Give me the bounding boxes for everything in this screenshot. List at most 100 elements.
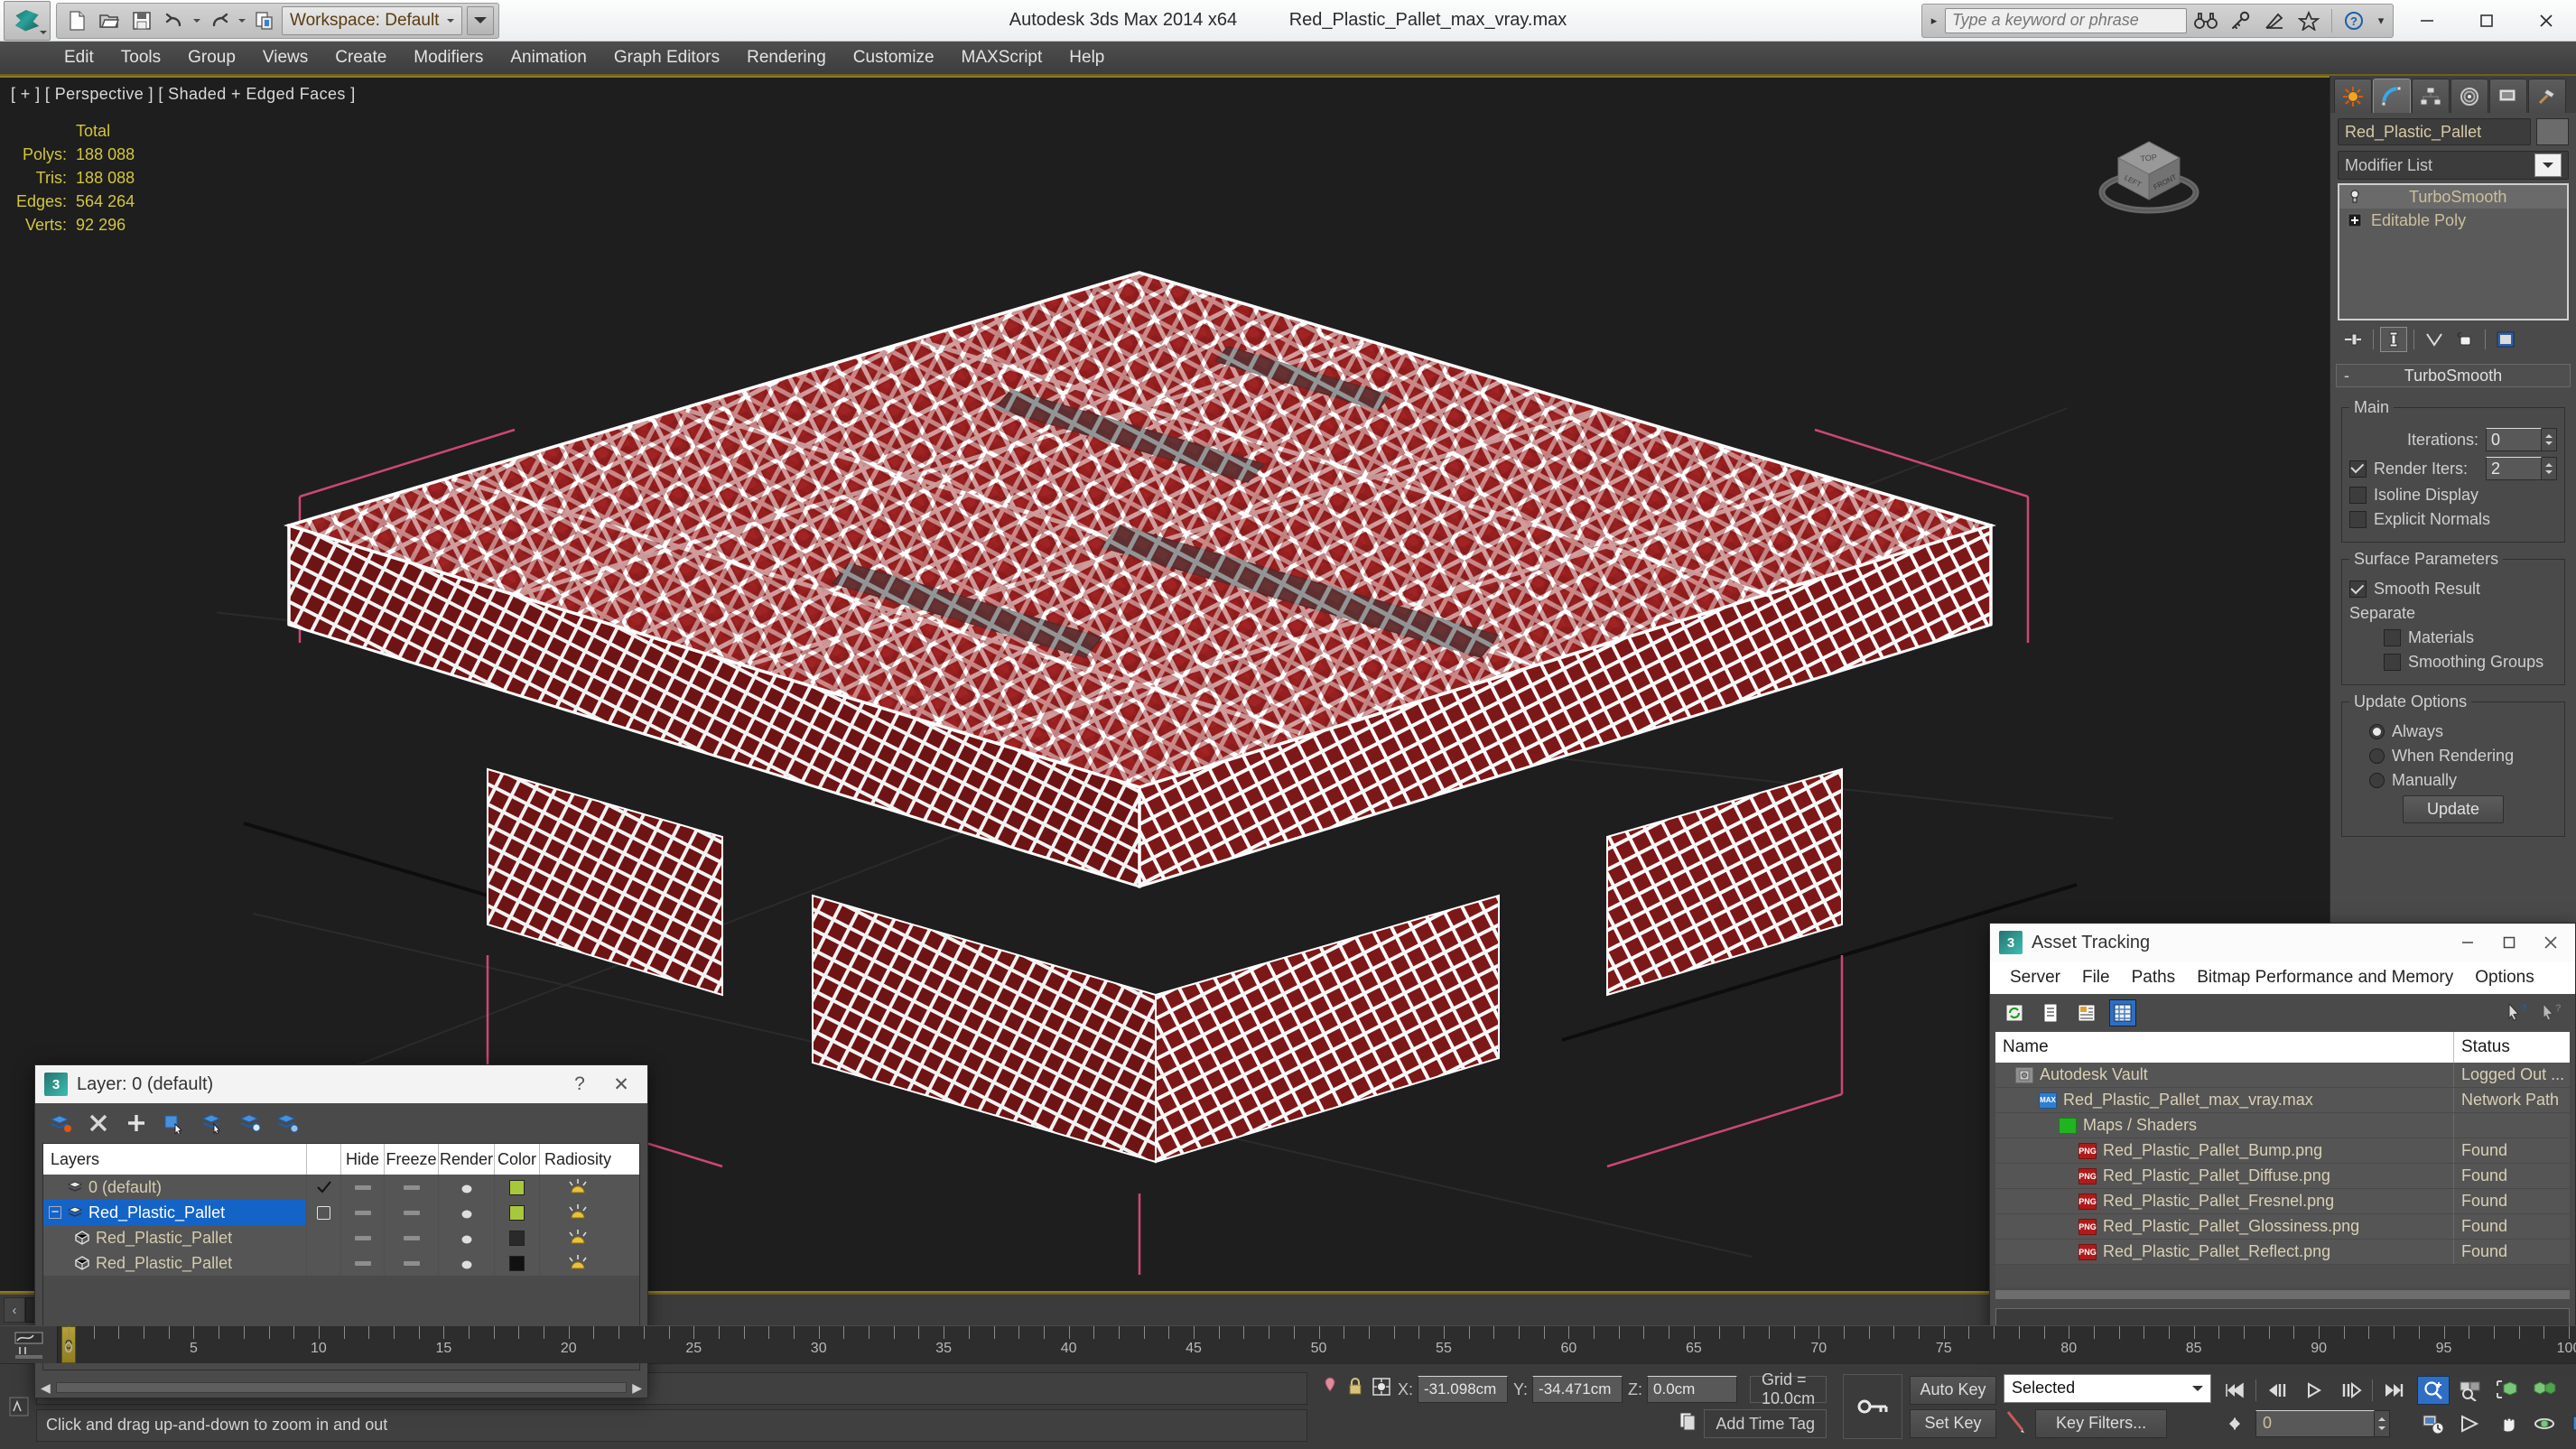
menu-modifiers[interactable]: Modifiers xyxy=(400,42,497,74)
asset-name-cell[interactable]: PNG Red_Plastic_Pallet_Glossiness.png xyxy=(1995,1214,2454,1239)
table-row[interactable]: PNG Red_Plastic_Pallet_Glossiness.png Fo… xyxy=(1995,1214,2570,1240)
previous-frame-button[interactable]: ‹ xyxy=(4,1297,25,1323)
help-icon[interactable]: ? xyxy=(2339,7,2370,34)
modify-tab[interactable] xyxy=(2373,79,2411,113)
select-objects-icon[interactable] xyxy=(162,1110,187,1136)
render-cell[interactable] xyxy=(439,1225,495,1250)
zoom-extents-all-icon[interactable] xyxy=(2528,1376,2561,1405)
asset-menu-file[interactable]: File xyxy=(2071,962,2121,993)
layer-name-cell[interactable]: 0 (default) xyxy=(43,1175,307,1200)
asset-close-button[interactable] xyxy=(2530,924,2571,961)
manually-row[interactable]: Manually xyxy=(2349,771,2557,790)
z-value[interactable]: 0.0cm xyxy=(1647,1376,1738,1403)
current-layer-check[interactable] xyxy=(307,1200,341,1225)
new-file-icon[interactable] xyxy=(61,6,92,35)
when-rendering-radio[interactable] xyxy=(2369,748,2385,764)
table-row[interactable]: PNG Red_Plastic_Pallet_Reflect.png Found xyxy=(1995,1240,2570,1265)
infocenter-expand-icon[interactable]: ▸ xyxy=(1927,14,1941,28)
minimize-button[interactable] xyxy=(2397,0,2457,42)
object-name-cell[interactable]: Red_Plastic_Pallet xyxy=(43,1250,307,1276)
color-cell[interactable] xyxy=(495,1200,540,1225)
radiosity-cell[interactable] xyxy=(540,1200,616,1225)
create-tab[interactable] xyxy=(2334,79,2372,113)
when-rendering-row[interactable]: When Rendering xyxy=(2349,747,2557,766)
save-file-icon[interactable] xyxy=(126,6,157,35)
hide-cell[interactable] xyxy=(341,1250,385,1276)
create-new-layer-icon[interactable] xyxy=(48,1110,73,1136)
current-frame-value[interactable]: 0 xyxy=(2255,1409,2376,1437)
spinner-arrows-icon[interactable] xyxy=(2542,457,2557,480)
table-row[interactable]: Autodesk Vault Logged Out ... xyxy=(1995,1063,2570,1088)
menu-group[interactable]: Group xyxy=(174,42,249,74)
redo-dropdown-icon[interactable] xyxy=(237,6,247,35)
viewport-label[interactable]: [ + ] [ Perspective ] [ Shaded + Edged F… xyxy=(11,85,356,104)
scroll-right-icon[interactable]: ▶ xyxy=(632,1380,642,1396)
hide-cell[interactable] xyxy=(341,1200,385,1225)
next-frame-icon[interactable] xyxy=(2335,1376,2367,1405)
table-row[interactable]: 0 (default) xyxy=(43,1175,639,1200)
maximize-button[interactable] xyxy=(2457,0,2516,42)
star-icon[interactable] xyxy=(2293,7,2324,34)
materials-checkbox[interactable] xyxy=(2384,629,2401,646)
delete-layer-icon[interactable] xyxy=(86,1110,111,1136)
spinner-arrows-icon[interactable] xyxy=(2375,1409,2391,1437)
hide-cell[interactable] xyxy=(341,1225,385,1250)
menu-views[interactable]: Views xyxy=(249,42,321,74)
asset-name-cell[interactable]: Maps / Shaders xyxy=(1995,1113,2454,1138)
menu-help[interactable]: Help xyxy=(1056,42,1118,74)
help-pointer-icon[interactable]: ? xyxy=(2503,999,2530,1026)
key-filters-button[interactable]: Key Filters... xyxy=(2035,1408,2168,1438)
lock-selection-icon[interactable] xyxy=(1345,1375,1365,1404)
color-cell[interactable] xyxy=(495,1225,540,1250)
satellite-dish-icon[interactable] xyxy=(2259,7,2290,34)
asset-menu-options[interactable]: Options xyxy=(2464,962,2544,993)
zoom-icon[interactable] xyxy=(2417,1375,2450,1405)
copy-time-tag-icon[interactable] xyxy=(1677,1409,1698,1438)
hide-cell[interactable] xyxy=(341,1175,385,1200)
redo-icon[interactable] xyxy=(204,6,235,35)
set-key-toggle[interactable] xyxy=(1843,1374,1903,1439)
render-cell[interactable] xyxy=(439,1200,495,1225)
selection-set-dropdown[interactable]: Selected xyxy=(2004,1373,2212,1403)
previous-frame-icon[interactable] xyxy=(2261,1376,2293,1405)
utilities-tab[interactable] xyxy=(2528,79,2566,113)
table-row[interactable]: PNG Red_Plastic_Pallet_Fresnel.png Found xyxy=(1995,1189,2570,1214)
freeze-cell[interactable] xyxy=(385,1250,439,1276)
asset-name-cell[interactable]: MAX Red_Plastic_Pallet_max_vray.max xyxy=(1995,1088,2454,1112)
materials-row[interactable]: Materials xyxy=(2349,628,2557,647)
pan-icon[interactable] xyxy=(2491,1409,2524,1438)
show-end-result-icon[interactable] xyxy=(2380,327,2407,352)
explicit-normals-checkbox[interactable] xyxy=(2349,511,2367,528)
auto-key-button[interactable]: Auto Key xyxy=(1910,1375,1997,1405)
asset-name-cell[interactable]: PNG Red_Plastic_Pallet_Reflect.png xyxy=(1995,1240,2454,1264)
asset-name-cell[interactable]: PNG Red_Plastic_Pallet_Diffuse.png xyxy=(1995,1164,2454,1188)
iterations-spinner[interactable]: 0 xyxy=(2486,428,2557,451)
menu-edit[interactable]: Edit xyxy=(51,42,107,74)
open-mini-curve-editor-icon[interactable] xyxy=(0,1326,58,1363)
detail-view-icon[interactable] xyxy=(2073,999,2100,1026)
undo-dropdown-icon[interactable] xyxy=(191,6,202,35)
always-row[interactable]: Always xyxy=(2349,722,2557,741)
asset-menu-bitmap-performance[interactable]: Bitmap Performance and Memory xyxy=(2186,962,2464,993)
expander-icon[interactable]: − xyxy=(49,1205,61,1219)
maximize-viewport-icon[interactable] xyxy=(2565,1409,2576,1438)
isoline-display-checkbox[interactable] xyxy=(2349,487,2367,504)
context-help-icon[interactable]: ? xyxy=(2537,999,2564,1026)
scroll-left-icon[interactable]: ◀ xyxy=(41,1380,51,1396)
go-to-end-icon[interactable] xyxy=(2377,1376,2410,1405)
open-file-icon[interactable] xyxy=(94,6,125,35)
add-time-tag-button[interactable]: Add Time Tag xyxy=(1704,1409,1827,1438)
turbosmooth-rollout-header[interactable]: - TurboSmooth xyxy=(2336,364,2571,387)
layer-help-button[interactable]: ? xyxy=(559,1066,600,1102)
y-coordinate[interactable]: Y: -34.471cm xyxy=(1513,1376,1623,1403)
time-configuration-icon[interactable] xyxy=(2417,1409,2450,1438)
menu-rendering[interactable]: Rendering xyxy=(733,42,840,74)
menu-tools[interactable]: Tools xyxy=(107,42,174,74)
table-row[interactable]: − Red_Plastic_Pallet xyxy=(43,1200,639,1225)
asset-table[interactable]: Name Status Autodesk Vault Logged Out ..… xyxy=(1995,1032,2570,1288)
hierarchy-tab[interactable] xyxy=(2412,79,2450,113)
layer-horizontal-scrollbar[interactable]: ◀ ▶ xyxy=(35,1378,647,1398)
project-folder-icon[interactable] xyxy=(249,6,280,35)
asset-menu-paths[interactable]: Paths xyxy=(2121,962,2187,993)
set-key-button[interactable]: Set Key xyxy=(1910,1408,1997,1438)
